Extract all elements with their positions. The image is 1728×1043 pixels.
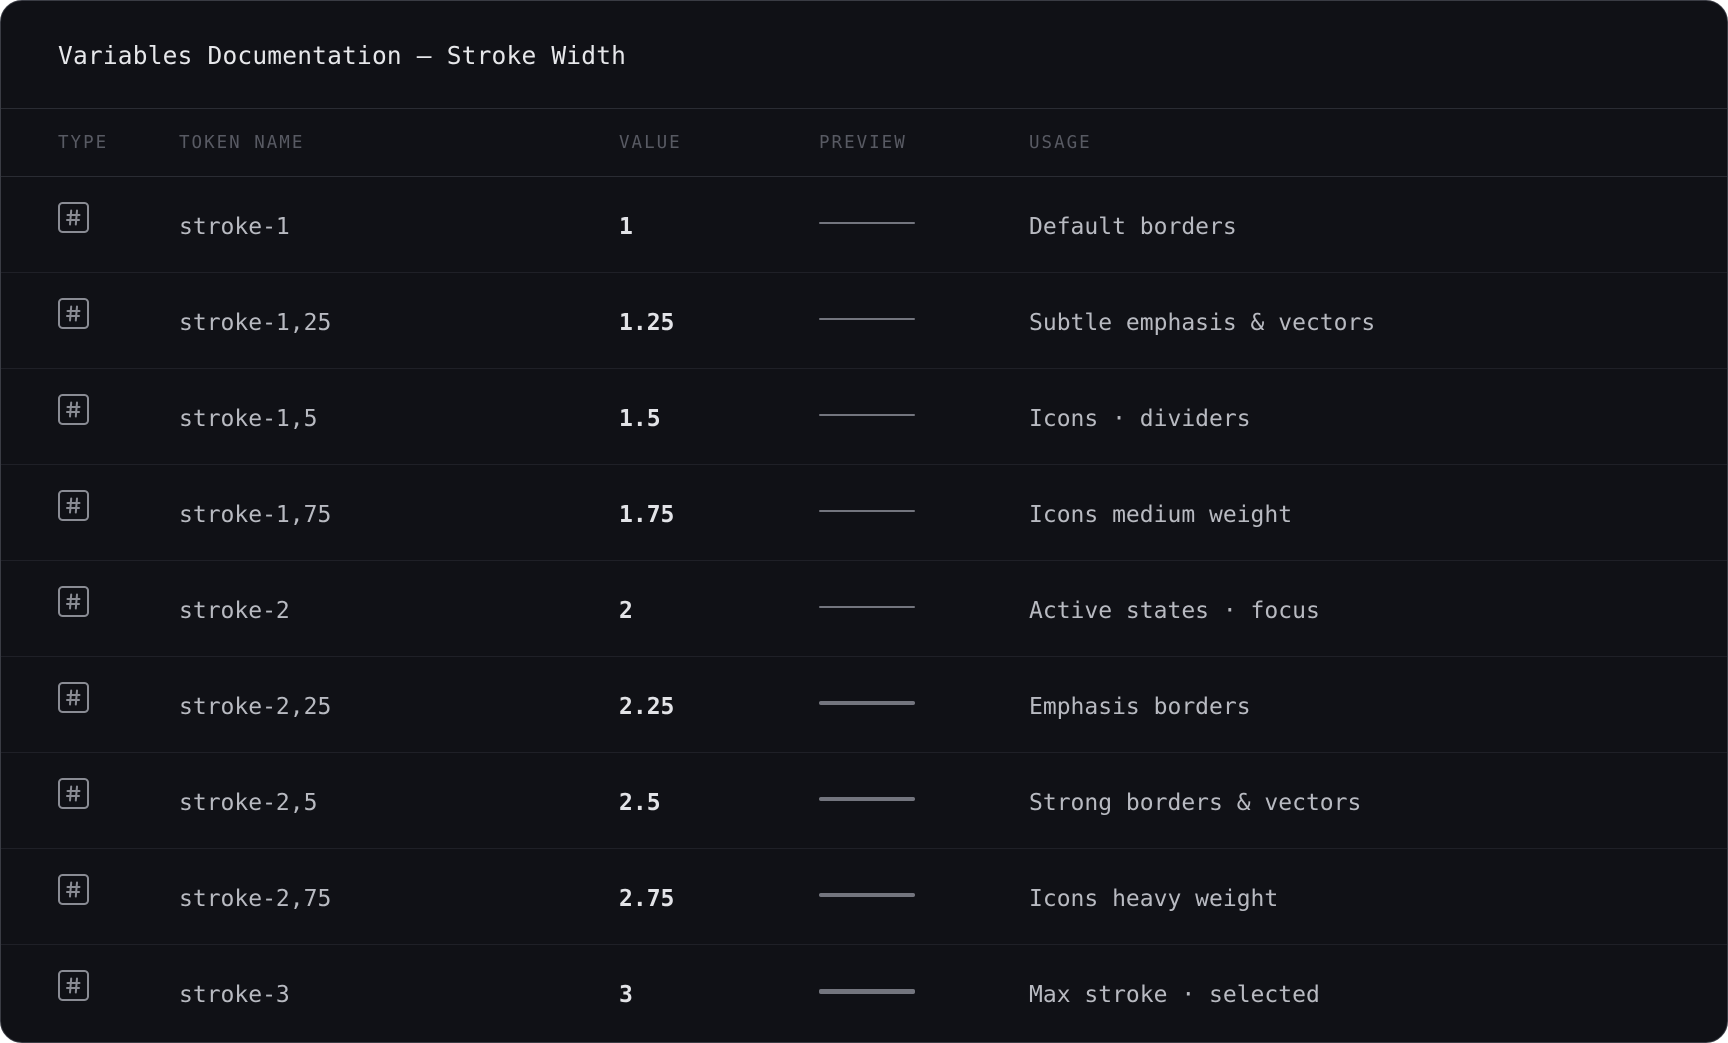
stroke-preview-line <box>819 797 915 801</box>
hash-number-icon <box>58 394 89 425</box>
hash-number-icon <box>58 298 89 329</box>
token-usage: Icons medium weight <box>1029 501 1293 528</box>
stroke-preview-line <box>819 413 915 417</box>
stroke-preview <box>819 465 915 560</box>
column-header-usage: USAGE <box>1029 132 1092 153</box>
token-value: 1 <box>619 213 633 240</box>
token-value: 1.75 <box>619 501 675 528</box>
token-name: stroke-3 <box>179 982 290 1008</box>
table-row-stroke-1[interactable]: stroke-1 1 Default borders <box>1 177 1727 273</box>
token-name: stroke-2,75 <box>179 885 332 912</box>
token-value: 3 <box>619 982 633 1008</box>
table-row-stroke-2,75[interactable]: stroke-2,75 2.75 Icons heavy weight <box>1 849 1727 945</box>
stroke-preview <box>819 849 915 944</box>
table-header: TYPE TOKEN NAME VALUE PREVIEW USAGE <box>1 109 1727 177</box>
table-row-stroke-2,5[interactable]: stroke-2,5 2.5 Strong borders & vectors <box>1 753 1727 849</box>
column-header-token-name: TOKEN NAME <box>179 132 305 153</box>
hash-number-icon <box>58 970 89 1001</box>
stroke-preview <box>819 273 915 368</box>
token-usage: Strong borders & vectors <box>1029 789 1362 816</box>
hash-number-icon <box>58 682 89 713</box>
stroke-preview-line <box>819 701 915 705</box>
token-usage: Emphasis borders <box>1029 693 1251 720</box>
stroke-preview <box>819 369 915 464</box>
stroke-preview-line <box>819 318 915 320</box>
stroke-preview-line <box>819 893 915 897</box>
token-usage: Subtle emphasis & vectors <box>1029 309 1376 336</box>
token-usage: Default borders <box>1029 213 1237 240</box>
token-usage: Max stroke · selected <box>1029 982 1320 1008</box>
stroke-preview-line <box>819 222 915 224</box>
stroke-preview <box>819 753 915 848</box>
stroke-preview-line <box>819 989 915 994</box>
table-row-stroke-1,25[interactable]: stroke-1,25 1.25 Subtle emphasis & vecto… <box>1 273 1727 369</box>
token-name: stroke-1,25 <box>179 309 332 336</box>
stroke-preview-line <box>819 605 915 609</box>
token-usage: Active states · focus <box>1029 597 1320 624</box>
hash-number-icon <box>58 586 89 617</box>
token-name: stroke-1,75 <box>179 501 332 528</box>
column-header-value: VALUE <box>619 132 682 153</box>
token-name: stroke-1 <box>179 213 290 240</box>
stroke-preview-line <box>819 509 915 513</box>
title-bar: Variables Documentation — Stroke Width <box>1 1 1727 109</box>
token-value: 2.25 <box>619 693 675 720</box>
hash-number-icon <box>58 874 89 905</box>
token-name: stroke-2 <box>179 597 290 624</box>
table-row-stroke-1,75[interactable]: stroke-1,75 1.75 Icons medium weight <box>1 465 1727 561</box>
token-name: stroke-1,5 <box>179 405 318 432</box>
stroke-preview <box>819 561 915 656</box>
hash-number-icon <box>58 490 89 521</box>
token-name: stroke-2,25 <box>179 693 332 720</box>
stroke-preview <box>819 177 915 272</box>
table-row-stroke-3[interactable]: stroke-3 3 Max stroke · selected <box>1 945 1727 1041</box>
token-usage: Icons · dividers <box>1029 405 1251 432</box>
table-row-stroke-1,5[interactable]: stroke-1,5 1.5 Icons · dividers <box>1 369 1727 465</box>
token-name: stroke-2,5 <box>179 789 318 816</box>
token-value: 2.75 <box>619 885 675 912</box>
hash-number-icon <box>58 778 89 809</box>
stroke-width-panel: Variables Documentation — Stroke Width T… <box>0 0 1728 1043</box>
token-usage: Icons heavy weight <box>1029 885 1279 912</box>
column-header-preview: PREVIEW <box>819 132 907 153</box>
table-body: stroke-1 1 Default borders stroke-1,25 1… <box>1 177 1727 1041</box>
token-value: 2 <box>619 597 633 624</box>
column-header-type: TYPE <box>58 132 109 153</box>
token-value: 2.5 <box>619 789 661 816</box>
page-title: Variables Documentation — Stroke Width <box>58 41 627 70</box>
stroke-preview <box>819 945 915 1041</box>
token-value: 1.5 <box>619 405 661 432</box>
hash-number-icon <box>58 202 89 233</box>
token-value: 1.25 <box>619 309 675 336</box>
table-row-stroke-2[interactable]: stroke-2 2 Active states · focus <box>1 561 1727 657</box>
stroke-preview <box>819 657 915 752</box>
table-row-stroke-2,25[interactable]: stroke-2,25 2.25 Emphasis borders <box>1 657 1727 753</box>
